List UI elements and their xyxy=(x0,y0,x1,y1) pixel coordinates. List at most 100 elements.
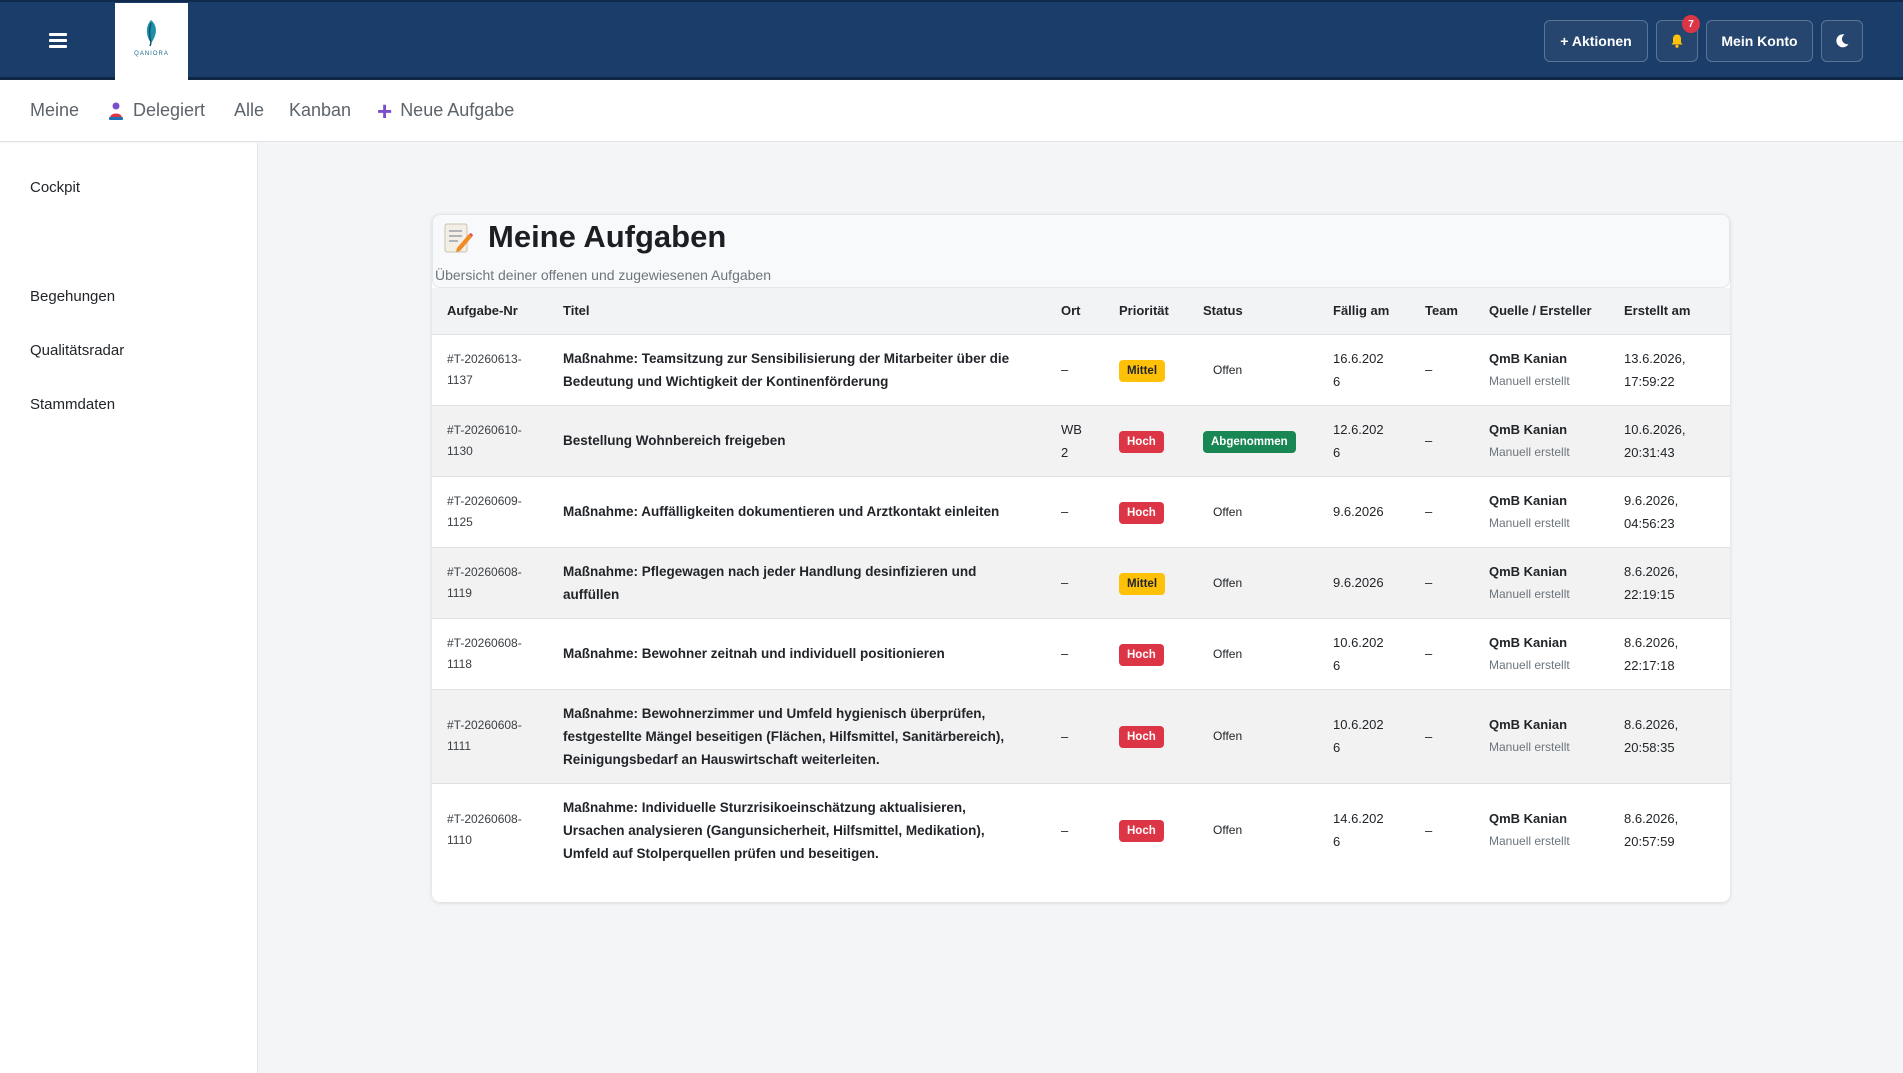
task-subnav: Meine Delegiert Alle Kanban + Neue Aufga… xyxy=(0,80,1903,142)
sidebar-item-qualitaetsradar[interactable]: Qualitätsradar xyxy=(30,342,124,359)
source-sub: Manuell erstellt xyxy=(1489,515,1570,530)
leaf-logo-icon xyxy=(146,20,156,47)
tasks-table: Aufgabe-Nr Titel Ort Priorität Status Fä… xyxy=(432,288,1730,877)
status-cell: Offen xyxy=(1188,547,1318,618)
task-ort: – xyxy=(1061,575,1069,590)
col-header-title[interactable]: Titel xyxy=(548,288,1046,334)
task-id[interactable]: #T-20260608- 1111 xyxy=(432,689,548,783)
task-id-line: #T-20260608- xyxy=(447,564,522,579)
task-title[interactable]: Maßnahme: Bewohnerzimmer und Umfeld hygi… xyxy=(548,689,1046,783)
task-id-line: 1119 xyxy=(447,585,472,600)
sidebar-item-stammdaten[interactable]: Stammdaten xyxy=(30,396,115,413)
task-id-line: #T-20260608- xyxy=(447,718,522,732)
status-text: Offen xyxy=(1213,504,1243,519)
status-badge: Abgenommen xyxy=(1203,430,1296,453)
notifications-button[interactable]: 7 xyxy=(1656,15,1700,62)
col-header-created[interactable]: Erstellt am xyxy=(1609,288,1730,334)
sidebar-item-cockpit[interactable]: Cockpit xyxy=(30,179,80,196)
bell-icon xyxy=(1671,34,1683,48)
status-text: Offen xyxy=(1213,823,1243,838)
hamburger-menu-icon[interactable] xyxy=(49,33,67,48)
nav-new-task[interactable]: + Neue Aufgabe xyxy=(377,98,514,124)
created-line: 13.6.2026, xyxy=(1624,350,1686,366)
table-row[interactable]: #T-20260608- 1111 Maßnahme: Bewohnerzimme… xyxy=(432,689,1730,783)
due-date: 9.6.2026 xyxy=(1318,476,1410,547)
task-ort: – xyxy=(1061,362,1069,377)
nav-kanban[interactable]: Kanban xyxy=(289,100,351,121)
col-header-source[interactable]: Quelle / Ersteller xyxy=(1474,288,1609,334)
created-line: 8.6.2026, xyxy=(1624,811,1679,827)
theme-toggle-button[interactable] xyxy=(1821,20,1863,62)
task-team: – xyxy=(1425,575,1433,590)
task-title[interactable]: Maßnahme: Teamsitzung zur Sensibilisieru… xyxy=(548,334,1046,405)
task-id[interactable]: #T-20260608- 1118 xyxy=(432,618,548,689)
actions-button[interactable]: + Aktionen xyxy=(1544,20,1648,62)
page-title: Meine Aufgaben xyxy=(488,219,727,254)
created-line: 20:58:35 xyxy=(1624,740,1675,755)
created-at: 8.6.2026, 20:58:35 xyxy=(1609,689,1730,783)
task-id[interactable]: #T-20260608- 1110 xyxy=(432,783,548,877)
nav-meine-label: Meine xyxy=(30,100,80,120)
col-header-priority[interactable]: Priorität xyxy=(1104,288,1188,334)
created-line: 04:56:23 xyxy=(1624,515,1675,531)
due-date-line: 10.6.202 xyxy=(1333,717,1384,732)
created-line: 22:17:18 xyxy=(1624,657,1675,673)
table-row[interactable]: #T-20260608- 1110 Maßnahme: Individuelle … xyxy=(432,783,1730,877)
due-date-line: 10.6.202 xyxy=(1333,634,1384,650)
nav-delegiert[interactable]: Delegiert xyxy=(107,100,205,121)
sidebar-item-begehungen[interactable]: Begehungen xyxy=(30,288,115,305)
logo[interactable]: QANIORA xyxy=(115,3,188,81)
created-at: 8.6.2026, 20:57:59 xyxy=(1609,783,1730,877)
source-cell: QmB Kanian Manuell erstellt xyxy=(1474,405,1609,476)
task-id[interactable]: #T-20260610- 1130 xyxy=(432,405,548,476)
source-cell: QmB Kanian Manuell erstellt xyxy=(1474,476,1609,547)
table-row[interactable]: #T-20260613- 1137 Maßnahme: Teamsitzung z… xyxy=(432,334,1730,405)
task-id-line: 1137 xyxy=(447,372,473,387)
source-name: QmB Kanian xyxy=(1489,492,1568,508)
created-at: 10.6.2026, 20:31:43 xyxy=(1609,405,1730,476)
task-team: – xyxy=(1425,433,1433,448)
col-header-due[interactable]: Fällig am xyxy=(1318,288,1410,334)
created-at: 9.6.2026, 04:56:23 xyxy=(1609,476,1730,547)
tasks-card: Meine Aufgaben Übersicht deiner offenen … xyxy=(432,214,1730,902)
memo-icon xyxy=(444,223,473,253)
task-title[interactable]: Maßnahme: Pflegewagen nach jeder Handlun… xyxy=(548,547,1046,618)
nav-alle[interactable]: Alle xyxy=(234,100,264,121)
account-button[interactable]: Mein Konto xyxy=(1706,20,1813,62)
source-cell: QmB Kanian Manuell erstellt xyxy=(1474,618,1609,689)
col-header-team[interactable]: Team xyxy=(1410,288,1474,334)
card-header: Meine Aufgaben Übersicht deiner offenen … xyxy=(432,214,1730,288)
task-title[interactable]: Maßnahme: Bewohner zeitnah und individue… xyxy=(548,618,1046,689)
table-row[interactable]: #T-20260609- 1125 Maßnahme: Auffälligkeit… xyxy=(432,476,1730,547)
task-title[interactable]: Maßnahme: Individuelle Sturzrisikoeinsch… xyxy=(548,783,1046,877)
status-cell: Abgenommen xyxy=(1188,405,1318,476)
task-id[interactable]: #T-20260608- 1119 xyxy=(432,547,548,618)
priority-cell: Hoch xyxy=(1104,476,1188,547)
nav-meine[interactable]: Meine xyxy=(30,100,79,121)
table-row[interactable]: #T-20260608- 1119 Maßnahme: Pflegewagen n… xyxy=(432,547,1730,618)
task-ort: – xyxy=(1061,504,1069,519)
table-row[interactable]: #T-20260610- 1130 Bestellung Wohnbereich … xyxy=(432,405,1730,476)
due-date-line: 16.6.202 xyxy=(1333,350,1384,366)
source-name: QmB Kanian xyxy=(1489,717,1568,732)
col-header-ort[interactable]: Ort xyxy=(1046,288,1104,334)
task-id[interactable]: #T-20260613- 1137 xyxy=(432,334,548,405)
col-header-status[interactable]: Status xyxy=(1188,288,1318,334)
task-team: – xyxy=(1425,728,1433,744)
task-title[interactable]: Maßnahme: Auffälligkeiten dokumentieren … xyxy=(548,476,1046,547)
created-line: 10.6.2026, xyxy=(1624,421,1686,437)
table-row[interactable]: #T-20260608- 1118 Maßnahme: Bewohner zeit… xyxy=(432,618,1730,689)
due-date: 9.6.2026 xyxy=(1318,547,1410,618)
due-date-line: 6 xyxy=(1333,657,1341,673)
task-title[interactable]: Bestellung Wohnbereich freigeben xyxy=(548,405,1046,476)
priority-cell: Mittel xyxy=(1104,334,1188,405)
priority-badge: Hoch xyxy=(1119,820,1164,843)
col-header-id[interactable]: Aufgabe-Nr xyxy=(432,288,548,334)
due-date-line: 6 xyxy=(1333,740,1341,755)
source-name: QmB Kanian xyxy=(1489,421,1568,437)
priority-badge: Hoch xyxy=(1119,643,1164,666)
task-id[interactable]: #T-20260609- 1125 xyxy=(432,476,548,547)
created-line: 9.6.2026, xyxy=(1624,492,1679,508)
status-cell: Offen xyxy=(1188,618,1318,689)
task-id-line: 1118 xyxy=(447,656,472,671)
